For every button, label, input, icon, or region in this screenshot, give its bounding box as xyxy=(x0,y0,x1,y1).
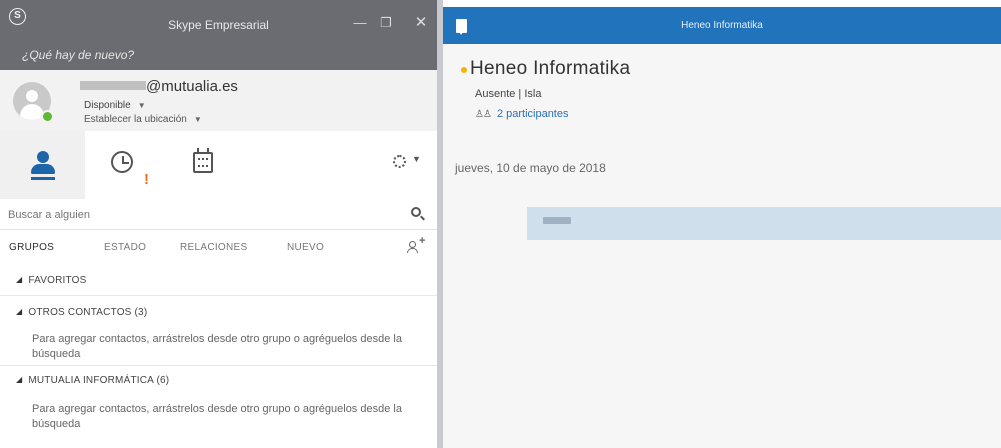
minimize-button[interactable]: — xyxy=(350,14,370,32)
tab-status[interactable]: ESTADO xyxy=(104,242,146,253)
title-bar: S Skype Empresarial — ❐ ✕ ¿Qué hay de nu… xyxy=(0,0,437,70)
message-bubble[interactable] xyxy=(527,207,1001,240)
calendar-icon xyxy=(193,148,213,173)
tab-relations[interactable]: RELACIONES xyxy=(180,242,247,253)
presence-away-icon xyxy=(461,67,467,73)
tab-conversations[interactable]: ! xyxy=(95,131,155,199)
conversation-window: Heneo Informatika Heneo Informatika Ause… xyxy=(443,0,1001,448)
new-activity-badge: ! xyxy=(144,171,149,188)
email-domain: @mutualia.es xyxy=(146,78,238,95)
chevron-down-icon: ▼ xyxy=(193,115,202,124)
redacted-username xyxy=(80,81,146,90)
group-name: OTROS CONTACTOS (3) xyxy=(28,307,148,318)
contact-view-tabs: GRUPOS ESTADO RELACIONES NUEVO + xyxy=(0,231,437,265)
group-header-mutualia-informatica[interactable]: ◢ MUTUALIA INFORMÁTICA (6) xyxy=(16,375,169,386)
group-header-other-contacts[interactable]: ◢ OTROS CONTACTOS (3) xyxy=(16,307,147,318)
contact-name[interactable]: Heneo Informatika xyxy=(470,58,630,80)
collapse-triangle-icon: ◢ xyxy=(16,375,23,384)
participants-link[interactable]: ♙♙ 2 participantes xyxy=(475,108,568,120)
collapse-triangle-icon: ◢ xyxy=(16,307,23,316)
skype-main-window: S Skype Empresarial — ❐ ✕ ¿Qué hay de nu… xyxy=(0,0,437,448)
add-contact-icon[interactable]: + xyxy=(407,235,427,253)
gear-icon xyxy=(393,155,406,168)
redacted-message-text xyxy=(543,217,571,224)
group-name: MUTUALIA INFORMÁTICA (6) xyxy=(28,375,170,386)
tab-new[interactable]: NUEVO xyxy=(287,242,324,253)
maximize-button[interactable]: ❐ xyxy=(376,14,396,32)
conversation-title-bar: Heneo Informatika xyxy=(443,7,1001,44)
divider xyxy=(0,295,437,296)
clock-icon xyxy=(111,151,133,173)
app-title: Skype Empresarial xyxy=(168,18,269,32)
contact-status: Ausente | Isla xyxy=(475,88,542,100)
chevron-down-icon: ▼ xyxy=(412,154,421,164)
contacts-icon xyxy=(37,151,49,163)
tab-contacts[interactable] xyxy=(0,131,85,199)
location-selector[interactable]: Establecer la ubicación ▼ xyxy=(84,114,202,125)
status-selector[interactable]: Disponible ▼ xyxy=(84,100,146,111)
collapse-triangle-icon: ◢ xyxy=(16,275,23,284)
search-bar xyxy=(0,199,437,230)
profile-area: @mutualia.es Disponible ▼ Establecer la u… xyxy=(0,70,437,131)
group-empty-hint: Para agregar contactos, arrástrelos desd… xyxy=(32,333,402,360)
tab-meetings[interactable] xyxy=(183,131,233,199)
whats-new-link[interactable]: ¿Qué hay de nuevo? xyxy=(22,48,134,62)
close-button[interactable]: ✕ xyxy=(411,14,431,32)
status-label: Disponible xyxy=(84,100,131,111)
options-menu-button[interactable]: ▼ xyxy=(393,153,429,173)
account-email: @mutualia.es xyxy=(80,78,238,95)
group-name: FAVORITOS xyxy=(28,275,87,286)
divider xyxy=(0,365,437,366)
chevron-down-icon: ▼ xyxy=(137,101,146,110)
header: S Skype Empresarial — ❐ ✕ ¿Qué hay de nu… xyxy=(0,0,437,131)
conversation-title: Heneo Informatika xyxy=(681,20,763,31)
icon-toolbar: ! ▼ xyxy=(0,131,437,199)
group-header-favorites[interactable]: ◢ FAVORITOS xyxy=(16,275,86,286)
conversation-date: jueves, 10 de mayo de 2018 xyxy=(455,161,606,175)
search-icon[interactable] xyxy=(411,207,425,221)
participants-icon: ♙♙ xyxy=(475,109,492,120)
tab-groups[interactable]: GRUPOS xyxy=(9,242,54,253)
group-empty-hint: Para agregar contactos, arrástrelos desd… xyxy=(32,403,402,430)
conversation-body: Heneo Informatika Ausente | Isla ♙♙ 2 par… xyxy=(443,44,1001,448)
location-label: Establecer la ubicación xyxy=(84,114,187,125)
presence-available-icon xyxy=(41,110,54,123)
search-input[interactable] xyxy=(8,205,388,225)
participants-label: 2 participantes xyxy=(496,108,569,120)
